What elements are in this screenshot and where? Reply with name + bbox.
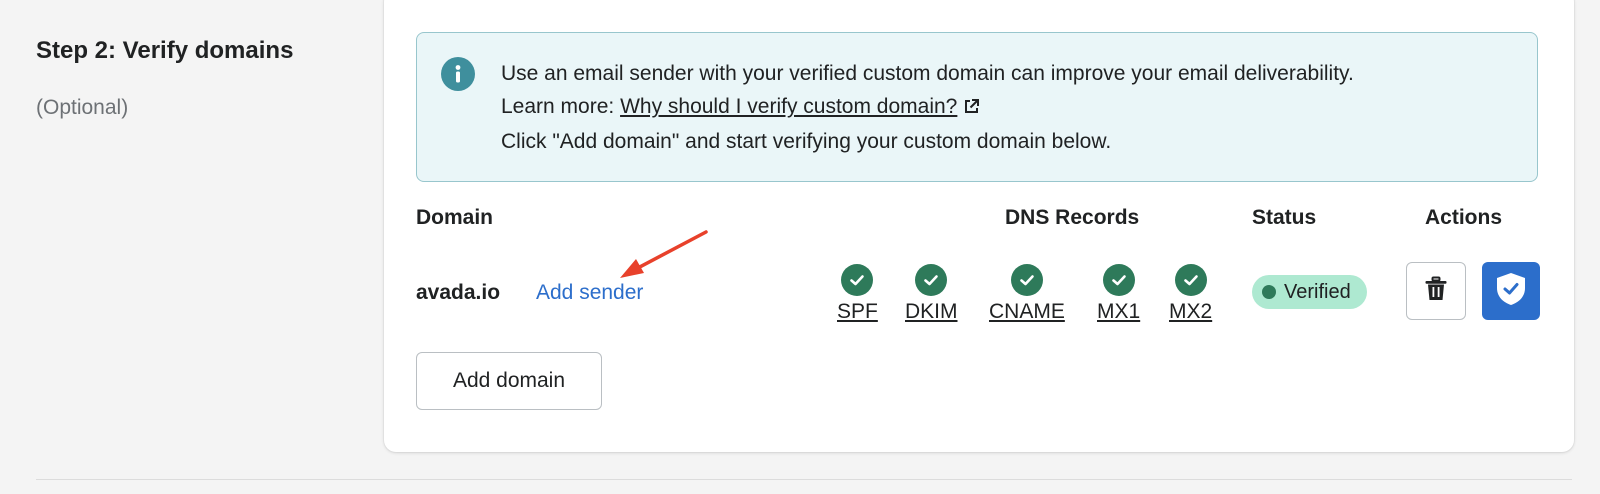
delete-domain-button[interactable] <box>1406 262 1466 320</box>
banner-learn-more-label: Learn more: <box>501 95 621 118</box>
section-title: Step 2: Verify domains <box>36 37 294 64</box>
banner-line-2: Learn more: Why should I verify custom d… <box>501 90 1354 125</box>
status-dot <box>1262 285 1276 299</box>
info-banner: Use an email sender with your verified c… <box>416 32 1538 182</box>
dns-record-cname[interactable]: CNAME <box>989 264 1065 326</box>
info-icon <box>441 57 475 91</box>
check-icon <box>1010 264 1043 296</box>
dns-label-mx2[interactable]: MX2 <box>1169 298 1212 326</box>
annotation-arrow-icon <box>620 230 708 278</box>
dns-record-dkim[interactable]: DKIM <box>905 264 958 326</box>
dns-label-dkim[interactable]: DKIM <box>905 298 958 326</box>
banner-text: Use an email sender with your verified c… <box>501 57 1354 158</box>
column-header-domain: Domain <box>416 206 494 229</box>
verify-domain-button[interactable] <box>1482 262 1540 320</box>
dns-record-mx2[interactable]: MX2 <box>1169 264 1212 326</box>
verify-domains-card: Use an email sender with your verified c… <box>384 0 1574 452</box>
dns-label-spf[interactable]: SPF <box>837 298 878 326</box>
banner-line-1: Use an email sender with your verified c… <box>501 62 1354 85</box>
section-subtitle: (Optional) <box>36 96 129 119</box>
section-divider <box>36 479 1572 480</box>
column-header-dns-records: DNS Records <box>1005 206 1140 229</box>
domain-name: avada.io <box>416 281 501 304</box>
dns-label-cname[interactable]: CNAME <box>989 298 1065 326</box>
dns-record-spf[interactable]: SPF <box>837 264 878 326</box>
status-badge: Verified <box>1252 275 1367 309</box>
section-header: Step 2: Verify domains (Optional) <box>36 34 356 122</box>
trash-icon <box>1424 276 1448 307</box>
check-icon <box>915 264 948 296</box>
external-link-icon[interactable] <box>963 92 980 125</box>
dns-label-mx1[interactable]: MX1 <box>1097 298 1140 326</box>
column-header-actions: Actions <box>1425 206 1503 229</box>
check-icon <box>1174 264 1207 296</box>
shield-check-icon <box>1494 271 1528 312</box>
status-label: Verified <box>1284 280 1351 303</box>
add-domain-button[interactable]: Add domain <box>416 352 602 410</box>
column-header-status: Status <box>1252 206 1317 229</box>
check-icon <box>841 264 874 296</box>
why-verify-link[interactable]: Why should I verify custom domain? <box>620 95 957 118</box>
dns-record-mx1[interactable]: MX1 <box>1097 264 1140 326</box>
check-icon <box>1102 264 1135 296</box>
banner-line-3: Click "Add domain" and start verifying y… <box>501 130 1112 153</box>
